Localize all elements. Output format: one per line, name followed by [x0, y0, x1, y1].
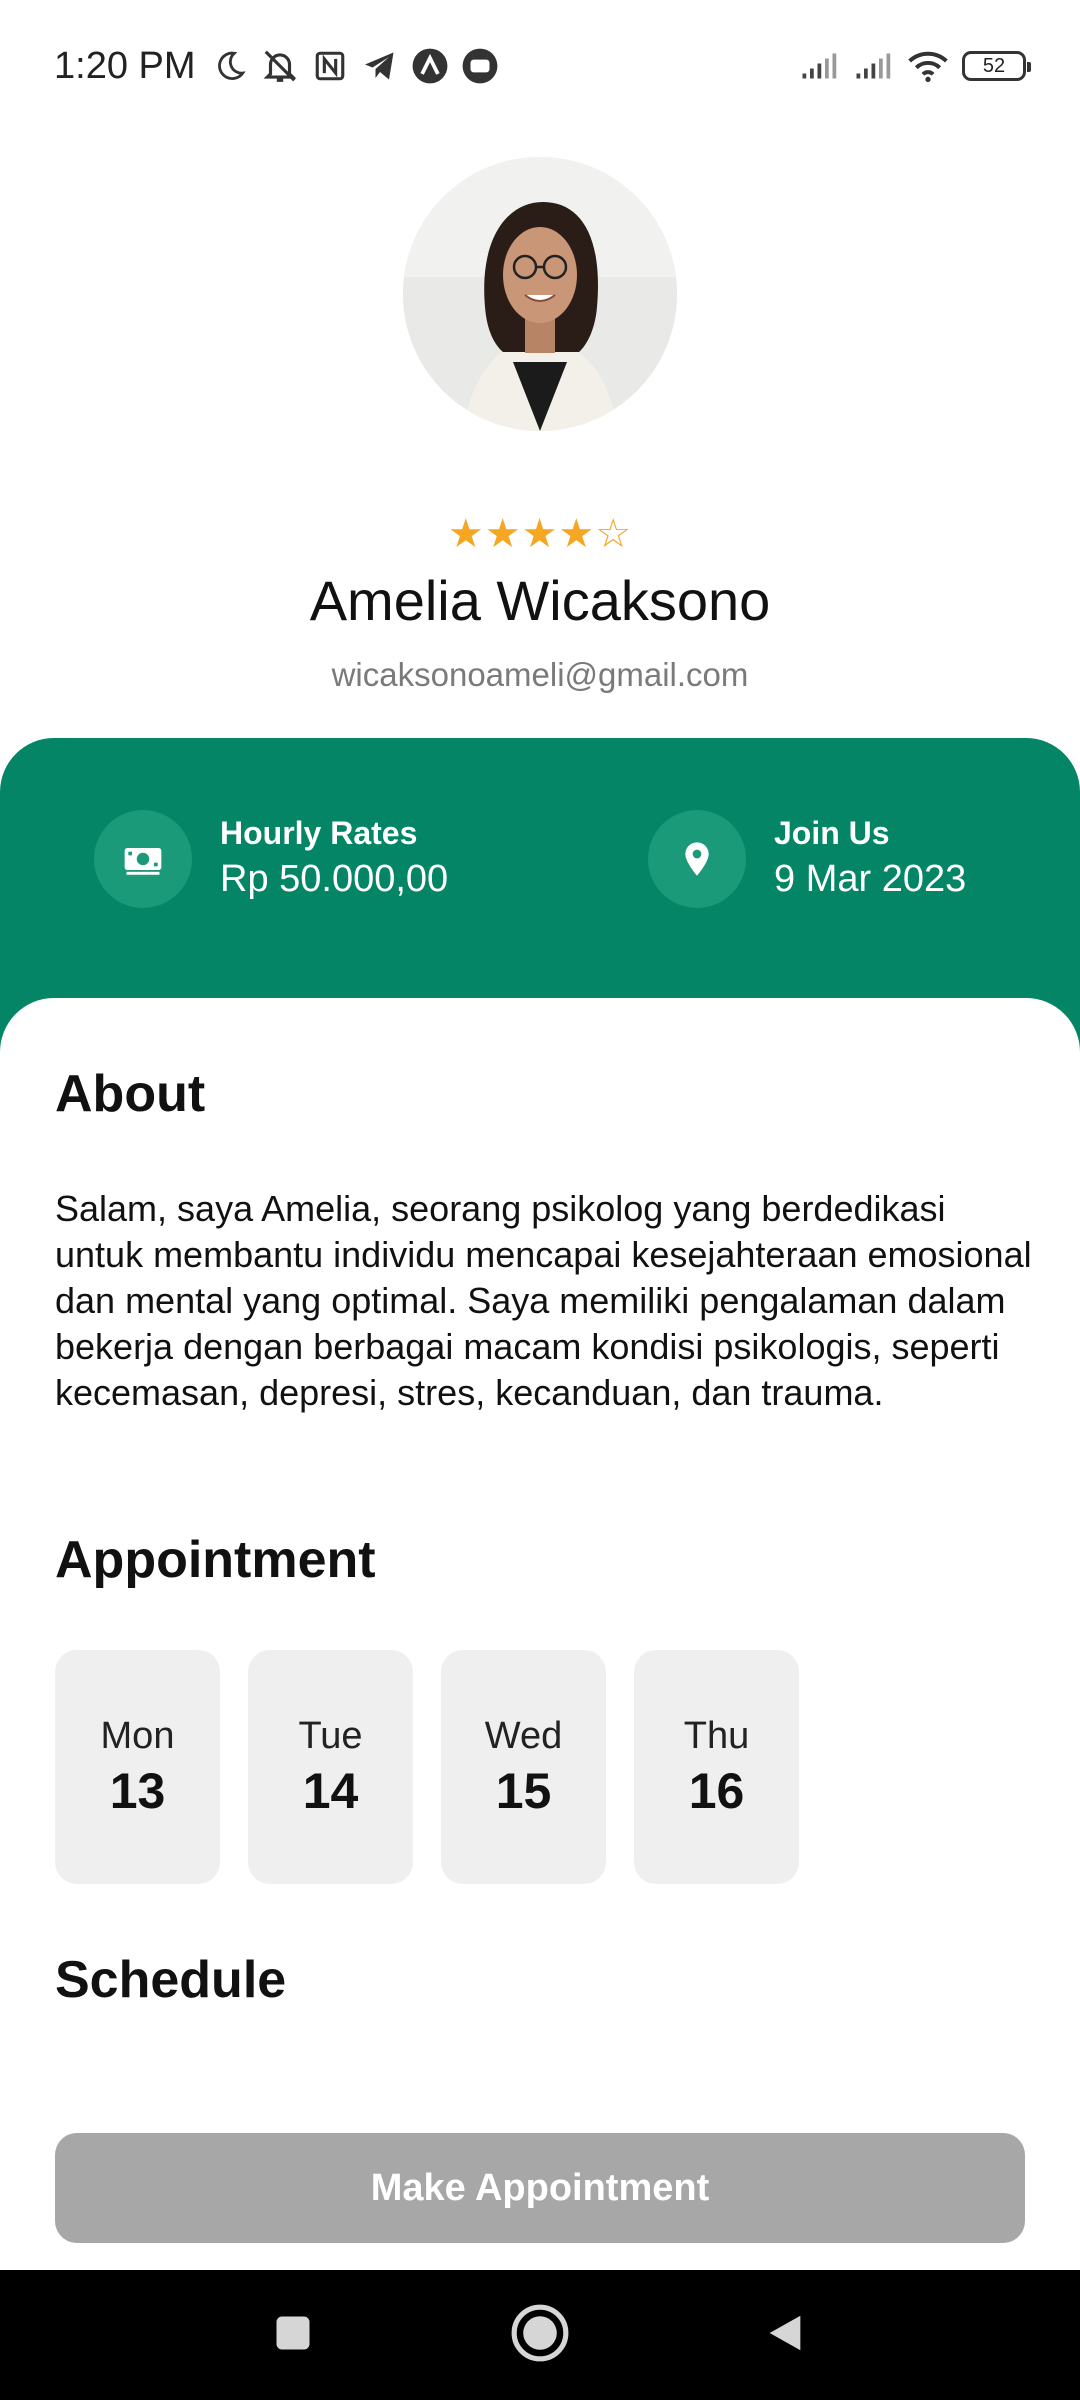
nfc-icon [310, 46, 350, 86]
hourly-rates-text: Hourly Rates Rp 50.000,00 [220, 813, 448, 905]
day-date: 15 [495, 1763, 552, 1819]
square-icon [271, 2311, 315, 2360]
join-us-item: Join Us 9 Mar 2023 [648, 810, 966, 908]
status-right: 52 [800, 46, 1031, 86]
day-name: Wed [484, 1715, 563, 1757]
recent-apps-button[interactable] [233, 2270, 353, 2400]
hourly-rates-label: Hourly Rates [220, 815, 418, 851]
back-button[interactable] [725, 2270, 845, 2400]
wifi-icon [908, 46, 948, 86]
star-filled-icon: ★ [447, 512, 485, 556]
about-title: About [55, 1065, 206, 1123]
home-button[interactable] [480, 2270, 600, 2400]
status-left: 1:20 PM [54, 45, 500, 88]
star-filled-icon: ★ [558, 512, 596, 556]
signal-icon-2 [854, 46, 894, 86]
day-card-tue[interactable]: Tue 14 [248, 1650, 413, 1884]
day-name: Thu [683, 1715, 750, 1757]
bell-muted-icon [260, 46, 300, 86]
join-us-label: Join Us [774, 815, 890, 851]
day-card-mon[interactable]: Mon 13 [55, 1650, 220, 1884]
chat-app-icon [460, 46, 500, 86]
join-us-value: 9 Mar 2023 [774, 858, 967, 900]
location-pin-icon [648, 810, 746, 908]
navigation-bar [0, 2270, 1080, 2400]
money-icon [94, 810, 192, 908]
join-us-text: Join Us 9 Mar 2023 [774, 813, 966, 905]
back-triangle-icon [762, 2310, 808, 2361]
telegram-icon [360, 46, 400, 86]
day-card-wed[interactable]: Wed 15 [441, 1650, 606, 1884]
home-circle-icon [509, 2302, 571, 2369]
app-a-icon [410, 46, 450, 86]
star-filled-icon: ★ [521, 512, 559, 556]
hourly-rates-item: Hourly Rates Rp 50.000,00 [94, 810, 448, 908]
star-filled-icon: ★ [484, 512, 522, 556]
day-card-thu[interactable]: Thu 16 [634, 1650, 799, 1884]
rating-stars: ★★★★☆ [0, 508, 1080, 560]
star-outline-icon: ☆ [595, 512, 633, 556]
day-date: 13 [109, 1763, 166, 1819]
make-appointment-button[interactable]: Make Appointment [55, 2133, 1025, 2243]
day-date: 16 [688, 1763, 745, 1819]
appointment-days: Mon 13 Tue 14 Wed 15 Thu 16 [55, 1650, 799, 1884]
day-date: 14 [302, 1763, 359, 1819]
avatar [403, 157, 677, 431]
status-bar: 1:20 PM 52 [0, 0, 1080, 132]
schedule-title: Schedule [55, 1951, 287, 2009]
day-name: Mon [100, 1715, 175, 1757]
profile-email: wicaksonoameli@gmail.com [331, 656, 749, 693]
content-sheet: About Salam, saya Amelia, seorang psikol… [0, 998, 1080, 2270]
battery-icon: 52 [962, 51, 1031, 81]
signal-icon [800, 46, 840, 86]
status-time: 1:20 PM [54, 44, 196, 87]
appointment-title: Appointment [55, 1531, 376, 1589]
day-name: Tue [298, 1715, 363, 1757]
hourly-rates-value: Rp 50.000,00 [220, 858, 449, 900]
about-text: Salam, saya Amelia, seorang psikolog yan… [55, 1188, 1032, 1413]
battery-level: 52 [982, 54, 1006, 77]
moon-icon [210, 46, 250, 86]
profile-name: Amelia Wicaksono [309, 569, 771, 632]
